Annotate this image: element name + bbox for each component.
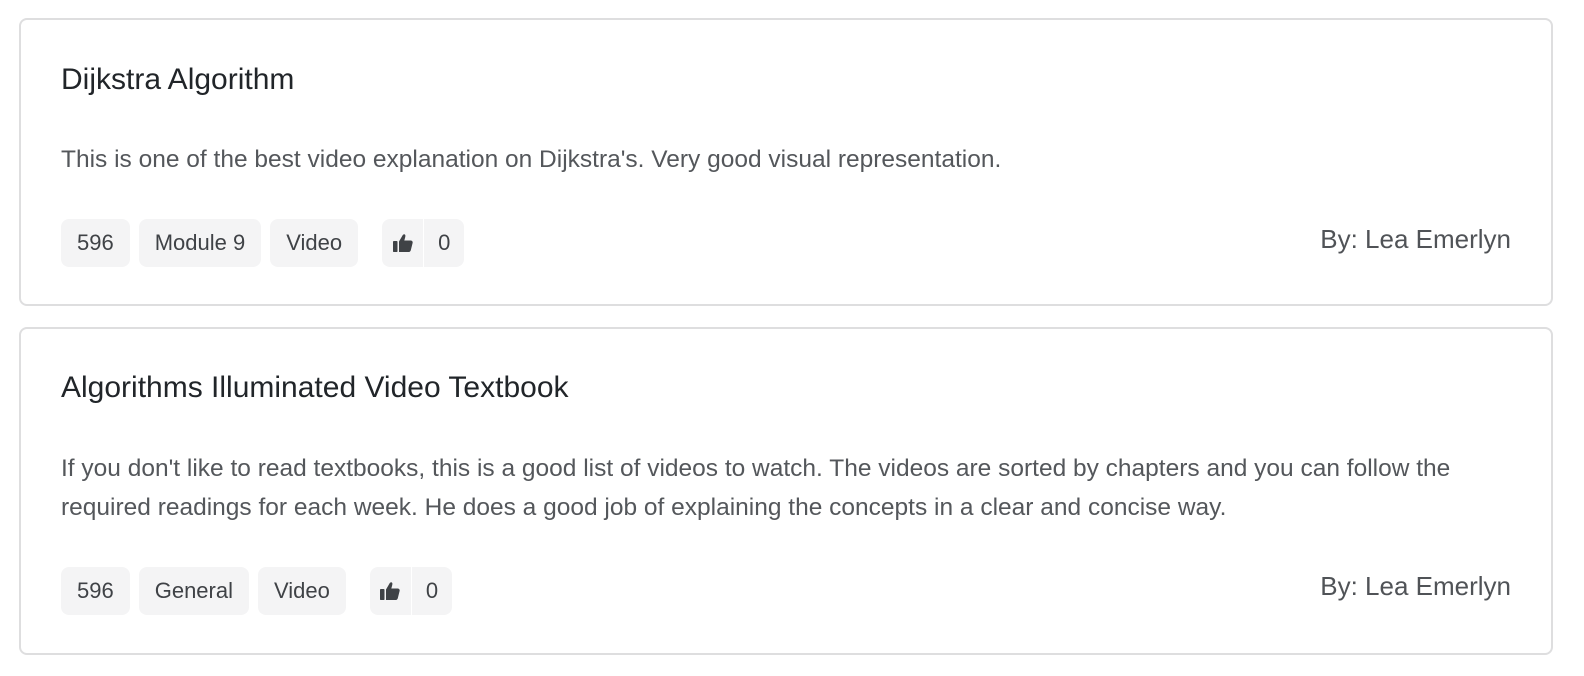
resource-description: If you don't like to read textbooks, thi…: [61, 455, 1451, 521]
like-control: 0: [369, 567, 453, 615]
like-count: 0: [411, 567, 453, 615]
resource-list: Dijkstra Algorithm This is one of the be…: [0, 0, 1584, 676]
tag-type[interactable]: Video: [270, 219, 359, 267]
resource-footer: 596 Module 9 Video 0 By: Lea Emerlyn: [61, 219, 1511, 267]
tag-type[interactable]: Video: [258, 567, 346, 615]
resource-card[interactable]: Algorithms Illuminated Video Textbook If…: [19, 327, 1553, 655]
resource-description: This is one of the best video explanatio…: [61, 146, 1002, 173]
resource-author: By: Lea Emerlyn: [1320, 570, 1511, 601]
resource-title[interactable]: Algorithms Illuminated Video Textbook: [61, 373, 569, 403]
resource-author: By: Lea Emerlyn: [1320, 223, 1511, 254]
tag-course[interactable]: 596: [61, 219, 130, 267]
tag-module[interactable]: Module 9: [138, 219, 262, 267]
resource-title[interactable]: Dijkstra Algorithm: [61, 65, 294, 95]
like-button[interactable]: [382, 219, 425, 267]
resource-footer: 596 General Video 0 By: Lea Emerlyn: [61, 567, 1511, 615]
tag-course[interactable]: 596: [61, 567, 130, 615]
resource-card[interactable]: Dijkstra Algorithm This is one of the be…: [19, 18, 1553, 306]
like-count: 0: [424, 219, 465, 267]
tag-module[interactable]: General: [138, 567, 249, 615]
like-control: 0: [382, 219, 465, 267]
like-button[interactable]: [369, 567, 412, 615]
thumbs-up-icon: [392, 234, 413, 252]
thumbs-up-icon: [380, 582, 401, 600]
